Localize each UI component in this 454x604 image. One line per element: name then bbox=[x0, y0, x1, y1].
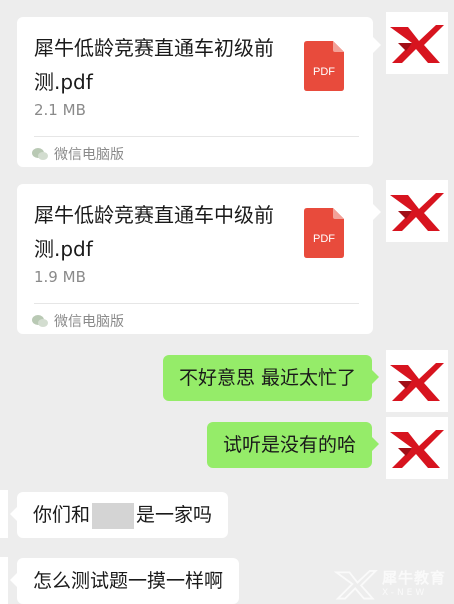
xnew-watermark-logo-icon bbox=[333, 570, 378, 600]
file-message-card[interactable]: 犀牛低龄竞赛直通车中级前测.pdf 1.9 MB PDF 微信电脑版 bbox=[17, 184, 381, 334]
redacted-block bbox=[92, 502, 135, 529]
source-row: 微信电脑版 bbox=[32, 144, 124, 164]
watermark-brand-cn: 犀牛教育 bbox=[381, 568, 446, 587]
file-message-card[interactable]: 犀牛低龄竞赛直通车初级前测.pdf 2.1 MB PDF 微信电脑版 bbox=[17, 17, 381, 167]
received-message-bubble[interactable]: 怎么测试题一摸一样啊 bbox=[10, 558, 240, 604]
message-text-after: 是一家吗 bbox=[136, 504, 213, 526]
wechat-icon bbox=[32, 315, 48, 327]
message-text: 不好意思 最近太忙了 bbox=[178, 367, 356, 389]
message-text: 试听是没有的哈 bbox=[222, 434, 356, 456]
bubble-tail bbox=[10, 573, 17, 587]
xnew-logo-icon bbox=[390, 25, 444, 63]
source-row: 微信电脑版 bbox=[32, 311, 124, 331]
file-size: 2.1 MB bbox=[34, 101, 86, 119]
xnew-logo-icon bbox=[390, 363, 444, 401]
source-label: 微信电脑版 bbox=[54, 314, 124, 330]
pdf-icon-label: PDF bbox=[313, 233, 335, 245]
message-text: 怎么测试题一摸一样啊 bbox=[33, 570, 224, 592]
bubble-tail bbox=[10, 507, 17, 521]
user-avatar[interactable] bbox=[386, 180, 448, 242]
divider bbox=[34, 136, 359, 137]
pdf-icon-label: PDF bbox=[313, 66, 335, 78]
pdf-file-icon: PDF bbox=[304, 208, 344, 258]
brand-watermark: 犀牛教育 X-NEW bbox=[333, 568, 446, 600]
card-tail bbox=[373, 37, 381, 53]
file-name: 犀牛低龄竞赛直通车中级前测.pdf bbox=[34, 203, 274, 261]
xnew-logo-icon bbox=[390, 193, 444, 231]
bubble-tail bbox=[372, 370, 379, 384]
bubble-tail bbox=[372, 437, 379, 451]
wechat-icon bbox=[32, 148, 48, 160]
contact-avatar[interactable] bbox=[0, 557, 8, 604]
sent-message-bubble[interactable]: 不好意思 最近太忙了 bbox=[162, 355, 379, 401]
divider bbox=[34, 303, 359, 304]
file-name: 犀牛低龄竞赛直通车初级前测.pdf bbox=[34, 36, 274, 94]
sent-message-bubble[interactable]: 试听是没有的哈 bbox=[206, 422, 379, 468]
xnew-logo-icon bbox=[390, 430, 444, 468]
card-tail bbox=[373, 204, 381, 220]
watermark-brand-en: X-NEW bbox=[381, 587, 428, 598]
message-text-before: 你们和 bbox=[33, 504, 91, 526]
contact-avatar[interactable] bbox=[0, 490, 8, 538]
file-size: 1.9 MB bbox=[34, 268, 86, 286]
source-label: 微信电脑版 bbox=[54, 147, 124, 163]
user-avatar[interactable] bbox=[386, 350, 448, 412]
received-message-bubble[interactable]: 你们和 是一家吗 bbox=[10, 492, 229, 538]
user-avatar[interactable] bbox=[386, 417, 448, 479]
user-avatar[interactable] bbox=[386, 12, 448, 74]
pdf-file-icon: PDF bbox=[304, 41, 344, 91]
